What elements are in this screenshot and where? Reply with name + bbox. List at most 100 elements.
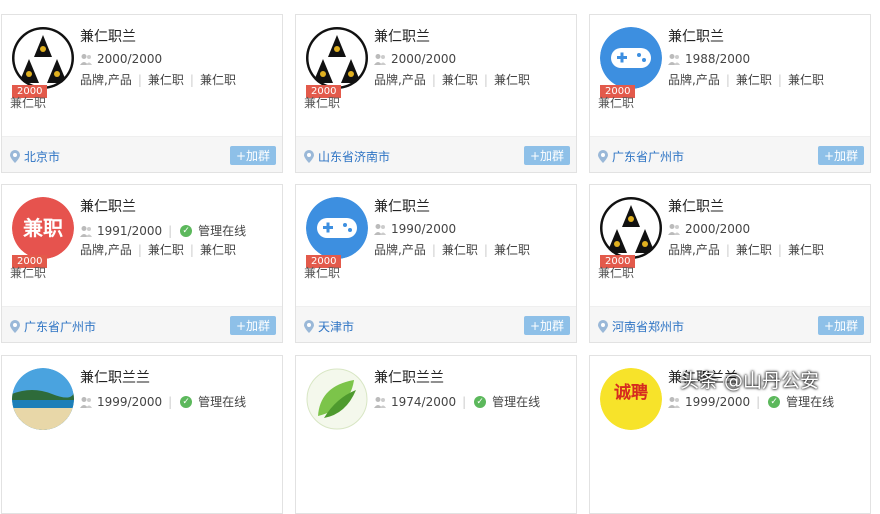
member-count: 1990/2000: [391, 222, 457, 236]
member-count: 2000/2000: [685, 222, 751, 236]
tag: 兼仁职: [493, 243, 530, 257]
join-group-button[interactable]: +加群: [523, 316, 570, 335]
member-count-row: 2000/2000: [374, 52, 456, 66]
group-avatar[interactable]: 2000: [599, 196, 663, 268]
admin-online-status: ✓ 管理在线: [768, 393, 834, 410]
watermark-text: 头条 @山丹公安: [680, 370, 820, 392]
group-avatar[interactable]: [12, 368, 74, 430]
group-name[interactable]: 兼仁职兰: [80, 26, 136, 46]
group-avatar[interactable]: [306, 368, 368, 430]
location-link[interactable]: 广东省广州市: [10, 318, 96, 335]
members-icon: [80, 396, 92, 408]
tag: 品牌,产品: [374, 243, 426, 257]
admin-online-status: ✓ 管理在线: [474, 393, 540, 410]
gamepad-icon: [306, 197, 368, 259]
tag: 兼仁职: [441, 243, 478, 257]
member-count-row: 1990/2000: [374, 222, 456, 236]
card-footer: 河南省郑州市 +加群: [590, 306, 870, 342]
group-description: 兼仁职: [10, 96, 47, 110]
group-avatar[interactable]: 兼职 2000: [12, 197, 74, 268]
group-avatar[interactable]: 诚聘: [600, 368, 662, 430]
join-group-button[interactable]: +加群: [229, 316, 276, 335]
group-name[interactable]: 兼仁职兰: [374, 26, 430, 46]
group-card[interactable]: 兼仁职兰兰 1999/2000 | ✓ 管理在线: [1, 355, 283, 514]
tag-divider: |: [431, 73, 436, 87]
members-icon: [668, 396, 680, 408]
group-avatar[interactable]: 2000: [600, 27, 662, 98]
location-link[interactable]: 山东省济南市: [304, 148, 390, 165]
members-icon: [374, 54, 386, 65]
leaf-logo-icon: [306, 368, 368, 430]
card-footer: 山东省济南市 +加群: [296, 136, 576, 172]
member-count-row: 2000/2000: [80, 52, 162, 66]
location-pin-icon: [304, 150, 314, 163]
group-name[interactable]: 兼仁职兰: [668, 196, 724, 216]
location-link[interactable]: 北京市: [10, 148, 60, 165]
tag: 品牌,产品: [668, 73, 720, 87]
join-group-button[interactable]: +加群: [817, 146, 864, 165]
tag: 兼仁职: [787, 243, 824, 257]
location-link[interactable]: 河南省郑州市: [598, 318, 684, 335]
group-name[interactable]: 兼仁职兰兰: [374, 367, 444, 387]
group-name[interactable]: 兼仁职兰: [80, 196, 136, 216]
join-group-button[interactable]: +加群: [817, 316, 864, 335]
location-text: 天津市: [318, 320, 355, 334]
group-name[interactable]: 兼仁职兰兰: [80, 367, 150, 387]
group-avatar[interactable]: 2000: [11, 26, 75, 98]
tag: 品牌,产品: [668, 243, 720, 257]
location-link[interactable]: 广东省广州市: [598, 148, 684, 165]
tag: 兼仁职: [735, 73, 772, 87]
member-count-row: 1999/2000 | ✓ 管理在线: [80, 393, 246, 410]
member-count: 2000/2000: [97, 52, 163, 66]
group-name[interactable]: 兼仁职兰: [374, 196, 430, 216]
members-icon: [668, 54, 680, 65]
member-count-row: 2000/2000: [668, 222, 750, 236]
card-footer: 广东省广州市 +加群: [590, 136, 870, 172]
tag: 兼仁职: [147, 73, 184, 87]
admin-online-text: 管理在线: [198, 224, 247, 238]
member-count-row: 1988/2000: [668, 52, 750, 66]
group-card[interactable]: 2000 兼仁职兰 1990/2000 品牌,产品 | 兼仁职 | 兼仁职 兼仁职 天津…: [295, 184, 577, 343]
tag: 兼仁职: [199, 73, 236, 87]
join-group-button[interactable]: +加群: [523, 146, 570, 165]
location-text: 广东省广州市: [24, 320, 97, 334]
group-description: 兼仁职: [598, 96, 635, 110]
group-card[interactable]: 2000 兼仁职兰 2000/2000 品牌,产品 | 兼仁职 | 兼仁职 兼仁职 山东…: [295, 14, 577, 173]
card-footer: 北京市 +加群: [2, 136, 282, 172]
group-tags: 品牌,产品 | 兼仁职 | 兼仁职: [374, 241, 530, 258]
member-count: 2000/2000: [391, 52, 457, 66]
location-pin-icon: [304, 320, 314, 333]
admin-online-status: ✓ 管理在线: [180, 393, 246, 410]
tag: 品牌,产品: [374, 73, 426, 87]
check-icon: ✓: [180, 224, 193, 237]
card-footer: 广东省广州市 +加群: [2, 306, 282, 342]
aaa-logo-icon: [11, 26, 75, 90]
location-text: 广东省广州市: [612, 150, 685, 164]
tag: 兼仁职: [199, 243, 236, 257]
tag-divider: |: [431, 243, 436, 257]
group-avatar[interactable]: 2000: [306, 197, 368, 268]
group-card[interactable]: 2000 兼仁职兰 2000/2000 品牌,产品 | 兼仁职 | 兼仁职 兼仁职 河南…: [589, 184, 871, 343]
admin-online-status: ✓ 管理在线: [180, 222, 246, 239]
tag-divider: |: [137, 73, 142, 87]
group-tags: 品牌,产品 | 兼仁职 | 兼仁职: [668, 71, 824, 88]
group-card[interactable]: 兼仁职兰兰 1974/2000 | ✓ 管理在线: [295, 355, 577, 514]
check-icon: ✓: [474, 395, 487, 408]
location-link[interactable]: 天津市: [304, 318, 354, 335]
admin-online-text: 管理在线: [786, 395, 835, 409]
group-avatar[interactable]: 2000: [305, 26, 369, 98]
group-card[interactable]: 2000 兼仁职兰 1988/2000 品牌,产品 | 兼仁职 | 兼仁职 兼仁职 广东…: [589, 14, 871, 173]
check-icon: ✓: [768, 395, 781, 408]
members-icon: [668, 224, 680, 235]
members-icon: [80, 54, 92, 65]
group-tags: 品牌,产品 | 兼仁职 | 兼仁职: [80, 241, 236, 258]
member-count-row: 1999/2000 | ✓ 管理在线: [668, 393, 834, 410]
member-count-row: 1991/2000 | ✓ 管理在线: [80, 222, 246, 239]
location-text: 河南省郑州市: [612, 320, 685, 334]
join-group-button[interactable]: +加群: [229, 146, 276, 165]
group-name[interactable]: 兼仁职兰: [668, 26, 724, 46]
tag-divider: |: [189, 73, 194, 87]
group-card[interactable]: 兼职 2000 兼仁职兰 1991/2000 | ✓ 管理在线 品牌,产品 | 兼仁职…: [1, 184, 283, 343]
group-card[interactable]: 2000 兼仁职兰 2000/2000 品牌,产品 | 兼仁职 | 兼仁职 兼仁职 北京…: [1, 14, 283, 173]
aaa-logo-icon: [599, 196, 663, 260]
